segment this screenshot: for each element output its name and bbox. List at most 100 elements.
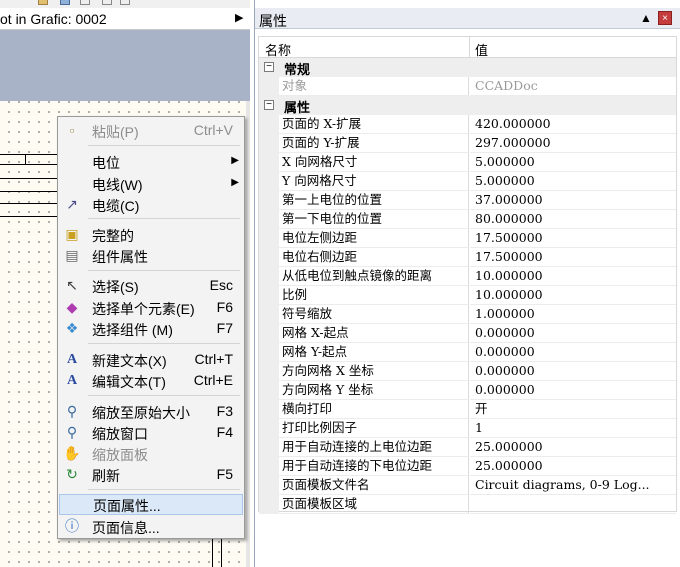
menu-item-select-component[interactable]: ❖ 选择组件 (M) F7	[59, 318, 243, 339]
property-row[interactable]: 用于自动连接的上电位边距 25.000000	[259, 438, 676, 457]
property-value[interactable]: 25.000000	[470, 438, 676, 457]
menu-item-potential[interactable]: 电位 ▶	[59, 151, 243, 172]
menu-item-label: 电位	[92, 155, 120, 171]
row-gutter	[259, 324, 279, 343]
toolbar-window-icon[interactable]	[102, 0, 112, 5]
collapse-icon[interactable]: −	[264, 100, 274, 110]
properties-title-bar: 属性 ▲ ×	[255, 8, 680, 29]
property-value[interactable]: 297.000000	[470, 134, 676, 153]
row-gutter	[259, 343, 279, 362]
property-value[interactable]: 0.000000	[470, 381, 676, 400]
menu-item-shortcut: F7	[216, 320, 233, 336]
graphic-tab-header[interactable]: ot in Grafic: 0002 ▶	[0, 8, 250, 30]
property-name: 横向打印	[279, 400, 469, 419]
property-row[interactable]: 从低电位到触点镜像的距离 10.000000	[259, 267, 676, 286]
property-row[interactable]: 方向网格 Y 坐标 0.000000	[259, 381, 676, 400]
collapse-icon[interactable]: −	[264, 62, 274, 72]
property-row[interactable]: 方向网格 X 坐标 0.000000	[259, 362, 676, 381]
column-divider[interactable]	[469, 37, 470, 58]
property-row[interactable]: 对象 CCADDoc	[259, 77, 676, 96]
menu-item-paste[interactable]: ▫ 粘贴(P) Ctrl+V	[59, 120, 243, 141]
property-value[interactable]: 25.000000	[470, 457, 676, 476]
menu-item-page-info[interactable]: ⓘ 页面信息...	[59, 516, 243, 537]
menu-item-zoom-original[interactable]: ⚲ 缩放至原始大小 F3	[59, 401, 243, 422]
property-value[interactable]: 5.000000	[470, 153, 676, 172]
context-menu: ▫ 粘贴(P) Ctrl+V 电位 ▶ 电线(W) ▶ ↗ 电缆(C) ▣ 完整…	[57, 116, 245, 539]
property-value[interactable]: 0.000000	[470, 362, 676, 381]
menu-item-wire[interactable]: 电线(W) ▶	[59, 173, 243, 194]
submenu-arrow-icon: ▶	[231, 155, 239, 166]
circuit-line	[0, 203, 57, 204]
menu-item-cable[interactable]: ↗ 电缆(C)	[59, 194, 243, 215]
property-value[interactable]: 10.000000	[470, 286, 676, 305]
menu-item-edit-text[interactable]: A 编辑文本(T) Ctrl+E	[59, 370, 243, 391]
property-value[interactable]: 5.000000	[470, 172, 676, 191]
property-name: 电位右侧边距	[279, 248, 469, 267]
property-value[interactable]: 0.000000	[470, 343, 676, 362]
property-value[interactable]	[470, 495, 676, 514]
property-row[interactable]: 符号缩放 1.000000	[259, 305, 676, 324]
property-row[interactable]: 网格 X-起点 0.000000	[259, 324, 676, 343]
property-row[interactable]: 横向打印开	[259, 400, 676, 419]
page-info-icon: ⓘ	[65, 518, 79, 534]
property-row[interactable]: 用于自动连接的下电位边距 25.000000	[259, 457, 676, 476]
row-gutter	[259, 153, 279, 172]
component-properties-icon: ▤	[65, 247, 79, 263]
property-row[interactable]: 页面的 Y-扩展 297.000000	[259, 134, 676, 153]
property-row[interactable]: 页面模板文件名 Circuit diagrams, 0-9 Log...	[259, 476, 676, 495]
toolbar-folder-icon[interactable]	[38, 0, 48, 5]
category-general[interactable]: − 常规	[259, 58, 676, 77]
menu-item-zoom-window[interactable]: ⚲ 缩放窗口 F4	[59, 422, 243, 443]
triangle-right-icon[interactable]: ▶	[235, 11, 243, 24]
menu-item-page-properties[interactable]: 页面属性...	[59, 494, 243, 515]
property-row[interactable]: Y 向网格尺寸 5.000000	[259, 172, 676, 191]
property-value[interactable]: 1	[470, 419, 676, 438]
property-row[interactable]: 第一上电位的位置 37.000000	[259, 191, 676, 210]
property-row[interactable]: 电位右侧边距 17.500000	[259, 248, 676, 267]
property-name: 用于自动连接的下电位边距	[279, 457, 469, 476]
property-value[interactable]: 1.000000	[470, 305, 676, 324]
property-value[interactable]: 37.000000	[470, 191, 676, 210]
menu-item-label: 完整的	[92, 228, 134, 244]
property-row[interactable]: 网格 Y-起点 0.000000	[259, 343, 676, 362]
zoom-original-icon: ⚲	[66, 403, 78, 419]
row-gutter	[259, 381, 279, 400]
property-value[interactable]: 17.500000	[470, 229, 676, 248]
property-row[interactable]: 打印比例因子 1	[259, 419, 676, 438]
property-name: 比例	[279, 286, 469, 305]
property-value[interactable]: 420.000000	[470, 115, 676, 134]
property-value[interactable]: Circuit diagrams, 0-9 Log...	[470, 476, 676, 495]
menu-item-shortcut: Ctrl+E	[193, 372, 233, 388]
category-label: 常规	[284, 62, 311, 77]
property-row[interactable]: 第一下电位的位置 80.000000	[259, 210, 676, 229]
property-value[interactable]: 0.000000	[470, 324, 676, 343]
property-value[interactable]: 10.000000	[470, 267, 676, 286]
pin-icon[interactable]: ▲	[640, 11, 652, 25]
property-row[interactable]: 页面的 X-扩展 420.000000	[259, 115, 676, 134]
toolbar-save-icon[interactable]	[60, 0, 70, 5]
toolbar-page-icon[interactable]	[80, 0, 90, 5]
menu-item-new-text[interactable]: A 新建文本(X) Ctrl+T	[59, 349, 243, 370]
row-gutter	[259, 495, 279, 514]
menu-item-select[interactable]: ↖ 选择(S) Esc	[59, 275, 243, 296]
menu-item-component-properties[interactable]: ▤ 组件属性	[59, 245, 243, 266]
close-button[interactable]: ×	[658, 11, 672, 25]
property-row[interactable]: 电位左侧边距 17.500000	[259, 229, 676, 248]
menu-separator	[88, 343, 240, 344]
menu-item-refresh[interactable]: ↻ 刷新 F5	[59, 464, 243, 485]
menu-item-complete[interactable]: ▣ 完整的	[59, 224, 243, 245]
menu-item-zoom-panel[interactable]: ✋ 缩放面板	[59, 443, 243, 464]
property-name: X 向网格尺寸	[279, 153, 469, 172]
column-header-value[interactable]: 值	[475, 40, 488, 59]
menu-item-select-element[interactable]: ◆ 选择单个元素(E) F6	[59, 297, 243, 318]
property-value[interactable]: 80.000000	[470, 210, 676, 229]
property-value[interactable]: 开	[470, 400, 676, 419]
column-header-name[interactable]: 名称	[265, 40, 291, 59]
property-row[interactable]: 页面模板区域	[259, 495, 676, 514]
category-properties[interactable]: − 属性	[259, 96, 676, 115]
property-value[interactable]: 17.500000	[470, 248, 676, 267]
property-row[interactable]: 比例 10.000000	[259, 286, 676, 305]
property-name: 方向网格 X 坐标	[279, 362, 469, 381]
property-row[interactable]: X 向网格尺寸 5.000000	[259, 153, 676, 172]
toolbar-grid-icon[interactable]	[120, 0, 130, 5]
